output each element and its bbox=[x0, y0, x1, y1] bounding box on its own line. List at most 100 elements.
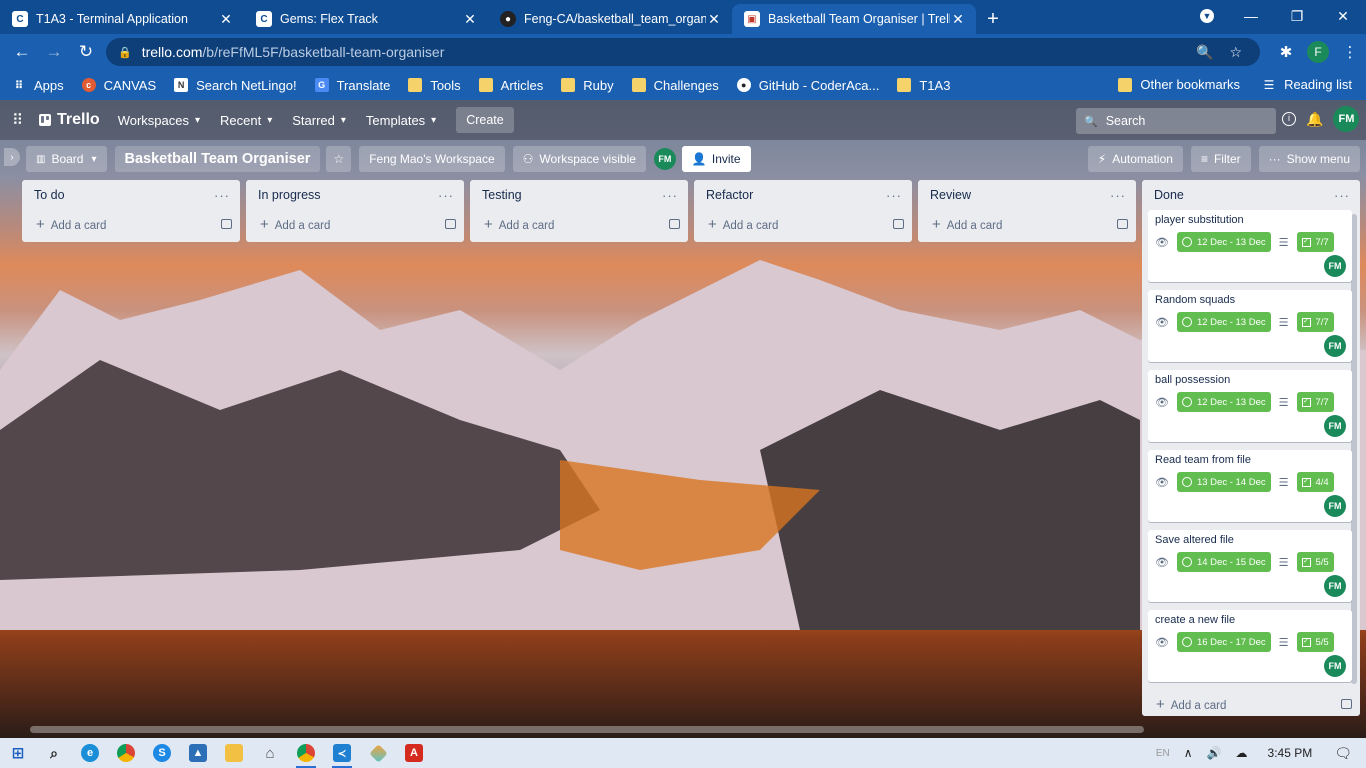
app-switcher-icon[interactable]: ⠿ bbox=[4, 104, 31, 136]
bookmark-t1a3[interactable]: T1A3 bbox=[897, 78, 950, 93]
user-avatar[interactable]: FM bbox=[1333, 106, 1360, 132]
search-input[interactable]: 🔍 Search bbox=[1076, 108, 1276, 134]
close-tab-icon[interactable]: ✕ bbox=[462, 11, 478, 28]
board-horizontal-scrollbar[interactable] bbox=[0, 720, 1366, 738]
start-icon[interactable]: ⊞ bbox=[0, 738, 36, 768]
due-date-badge[interactable]: 16 Dec - 17 Dec bbox=[1176, 632, 1271, 652]
card-template-icon[interactable] bbox=[1117, 219, 1128, 229]
other-bookmarks[interactable]: Other bookmarks bbox=[1118, 77, 1240, 92]
new-tab-button[interactable]: + bbox=[976, 4, 1010, 34]
browser-tab-t1a3[interactable]: C T1A3 - Terminal Application ✕ bbox=[0, 4, 244, 34]
chevron-up-icon[interactable]: ∧ bbox=[1184, 746, 1193, 760]
filter-button[interactable]: ≡ Filter bbox=[1190, 146, 1251, 172]
list-menu-icon[interactable]: ··· bbox=[214, 188, 230, 203]
git-icon[interactable] bbox=[360, 738, 396, 768]
add-card-button[interactable]: + Add a card bbox=[470, 210, 688, 238]
zoom-icon[interactable]: 🔍 bbox=[1196, 44, 1213, 61]
card-template-icon[interactable] bbox=[1341, 699, 1352, 709]
due-date-badge[interactable]: 12 Dec - 13 Dec bbox=[1176, 312, 1271, 332]
address-bar[interactable]: 🔒 trello.com/b/reFfML5F/basketball-team-… bbox=[106, 38, 1260, 66]
scrollbar-thumb[interactable] bbox=[30, 726, 1144, 733]
photos-icon[interactable]: ▲ bbox=[180, 738, 216, 768]
nav-workspaces[interactable]: Workspaces ▾ bbox=[110, 104, 208, 136]
reload-icon[interactable]: ↻ bbox=[70, 36, 102, 68]
skype-icon[interactable]: S bbox=[144, 738, 180, 768]
browser-tab-trello[interactable]: ▣ Basketball Team Organiser | Trello ✕ bbox=[732, 4, 976, 34]
card-member-avatar[interactable]: FM bbox=[1324, 415, 1346, 437]
bookmark-canvas[interactable]: c CANVAS bbox=[81, 78, 156, 93]
board-member-avatar[interactable]: FM bbox=[653, 148, 676, 170]
browser-tab-github[interactable]: ● Feng-CA/basketball_team_organiser ✕ bbox=[488, 4, 732, 34]
reading-list[interactable]: ☰ Reading list bbox=[1262, 77, 1352, 92]
info-icon[interactable]: i bbox=[1282, 112, 1296, 126]
minimize-icon[interactable]: — bbox=[1228, 0, 1274, 32]
pdf-icon[interactable]: A bbox=[396, 738, 432, 768]
card-template-icon[interactable] bbox=[445, 219, 456, 229]
nav-starred[interactable]: Starred ▾ bbox=[284, 104, 354, 136]
bookmark-articles[interactable]: Articles bbox=[478, 78, 543, 93]
card-ball-possession[interactable]: ball possession 👁 12 Dec - 13 Dec ☰ ✓ 7/7… bbox=[1148, 370, 1352, 442]
close-tab-icon[interactable]: ✕ bbox=[218, 11, 234, 28]
visibility-button[interactable]: ⚇ Workspace visible bbox=[512, 146, 646, 172]
list-menu-icon[interactable]: ··· bbox=[1334, 188, 1350, 203]
profile-button[interactable]: F bbox=[1302, 36, 1334, 68]
close-window-icon[interactable]: ✕ bbox=[1320, 0, 1366, 32]
bookmark-ruby[interactable]: Ruby bbox=[561, 78, 614, 93]
star-board-button[interactable]: ☆ bbox=[326, 146, 352, 172]
board-title[interactable]: Basketball Team Organiser bbox=[114, 146, 321, 172]
add-card-button[interactable]: + Add a card bbox=[1142, 690, 1360, 718]
restore-icon[interactable]: ❐ bbox=[1274, 0, 1320, 32]
due-date-badge[interactable]: 13 Dec - 14 Dec bbox=[1176, 472, 1271, 492]
card-read-team-from-file[interactable]: Read team from file 👁 13 Dec - 14 Dec ☰ … bbox=[1148, 450, 1352, 522]
bookmark-tools[interactable]: Tools bbox=[408, 78, 461, 93]
due-date-badge[interactable]: 14 Dec - 15 Dec bbox=[1176, 552, 1271, 572]
card-save-altered-file[interactable]: Save altered file 👁 14 Dec - 15 Dec ☰ ✓ 5… bbox=[1148, 530, 1352, 602]
add-card-button[interactable]: + Add a card bbox=[918, 210, 1136, 238]
trello-logo[interactable]: Trello bbox=[39, 111, 100, 129]
clock-time[interactable]: 3:45 PM bbox=[1268, 746, 1313, 760]
tab-search-icon[interactable]: ▼ bbox=[1184, 0, 1230, 32]
card-create-a-new-file[interactable]: create a new file 👁 16 Dec - 17 Dec ☰ ✓ 5… bbox=[1148, 610, 1352, 682]
card-member-avatar[interactable]: FM bbox=[1324, 655, 1346, 677]
board-view-switcher[interactable]: ▥ Board ▾ bbox=[26, 146, 107, 172]
card-member-avatar[interactable]: FM bbox=[1324, 335, 1346, 357]
list-menu-icon[interactable]: ··· bbox=[1110, 188, 1126, 203]
list-title[interactable]: Refactor bbox=[706, 188, 753, 202]
list-title[interactable]: Done bbox=[1154, 188, 1184, 202]
close-tab-icon[interactable]: ✕ bbox=[706, 11, 722, 28]
bookmark-github[interactable]: ● GitHub - CoderAca... bbox=[736, 78, 879, 93]
automation-button[interactable]: ⚡ Automation bbox=[1087, 146, 1183, 172]
home-icon[interactable]: ⌂ bbox=[252, 738, 288, 768]
close-tab-icon[interactable]: ✕ bbox=[950, 11, 966, 28]
vscode-icon[interactable]: ≺ bbox=[324, 738, 360, 768]
forward-arrow-icon[interactable]: → bbox=[38, 36, 70, 68]
list-title[interactable]: Testing bbox=[482, 188, 522, 202]
due-date-badge[interactable]: 12 Dec - 13 Dec bbox=[1176, 232, 1271, 252]
bookmark-netlingo[interactable]: N Search NetLingo! bbox=[174, 78, 297, 93]
card-random-squads[interactable]: Random squads 👁 12 Dec - 13 Dec ☰ ✓ 7/7 F… bbox=[1148, 290, 1352, 362]
add-card-button[interactable]: + Add a card bbox=[246, 210, 464, 238]
bookmark-translate[interactable]: G Translate bbox=[314, 78, 390, 93]
browser-tab-gems[interactable]: C Gems: Flex Track ✕ bbox=[244, 4, 488, 34]
chrome-icon-running[interactable] bbox=[288, 738, 324, 768]
list-title[interactable]: Review bbox=[930, 188, 971, 202]
chrome-menu-icon[interactable]: ⋮ bbox=[1334, 36, 1366, 68]
bookmark-challenges[interactable]: Challenges bbox=[631, 78, 719, 93]
due-date-badge[interactable]: 12 Dec - 13 Dec bbox=[1176, 392, 1271, 412]
list-title[interactable]: In progress bbox=[258, 188, 321, 202]
language-indicator[interactable]: EN bbox=[1156, 748, 1170, 759]
list-title[interactable]: To do bbox=[34, 188, 65, 202]
card-template-icon[interactable] bbox=[221, 219, 232, 229]
card-player-substitution[interactable]: player substitution 👁 12 Dec - 13 Dec ☰ … bbox=[1148, 210, 1352, 282]
search-icon[interactable]: ⌕ bbox=[36, 738, 72, 768]
card-member-avatar[interactable]: FM bbox=[1324, 255, 1346, 277]
card-member-avatar[interactable]: FM bbox=[1324, 495, 1346, 517]
card-template-icon[interactable] bbox=[669, 219, 680, 229]
show-menu-button[interactable]: ··· Show menu bbox=[1258, 146, 1360, 172]
list-menu-icon[interactable]: ··· bbox=[438, 188, 454, 203]
volume-icon[interactable]: 🔊 bbox=[1207, 746, 1222, 760]
bookmark-apps[interactable]: ⠿ Apps bbox=[12, 78, 64, 93]
list-menu-icon[interactable]: ··· bbox=[662, 188, 678, 203]
create-button[interactable]: Create bbox=[456, 107, 514, 133]
card-member-avatar[interactable]: FM bbox=[1324, 575, 1346, 597]
